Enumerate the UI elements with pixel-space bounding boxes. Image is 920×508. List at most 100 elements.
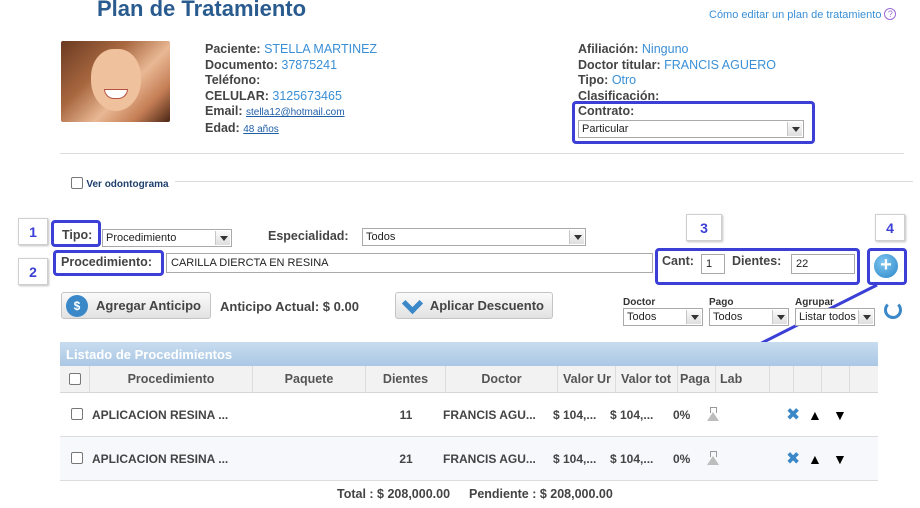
select-all-checkbox[interactable]: [68, 373, 81, 385]
especialidad-label: Especialidad:: [268, 229, 349, 243]
doctor-titular-row: Doctor titular: FRANCIS AGUERO: [578, 58, 776, 74]
row-pagado: 0%: [673, 408, 691, 422]
add-procedure-button[interactable]: +: [874, 254, 898, 278]
document-row: Documento: 37875241: [205, 58, 377, 74]
row-valor-unit: $ 104,...: [553, 452, 597, 466]
chevron-down-icon: [686, 310, 701, 324]
especialidad-value: Todos: [366, 231, 396, 243]
flask-icon[interactable]: [707, 407, 719, 421]
affiliation-label: Afiliación:: [578, 42, 639, 56]
col-procedimiento[interactable]: Procedimiento: [90, 366, 253, 393]
col-lab[interactable]: Lab: [716, 366, 770, 393]
procedimiento-input[interactable]: CARILLA DIERCTA EN RESINA: [166, 253, 653, 273]
document-value: 37875241: [281, 57, 338, 72]
annotation-2: 2: [18, 258, 48, 285]
contrato-label: Contrato:: [578, 104, 635, 118]
col-dientes[interactable]: Dientes: [366, 366, 446, 393]
tipo-patient-label: Tipo:: [578, 73, 609, 87]
tipo-label: Tipo:: [62, 228, 93, 242]
row-doctor: FRANCIS AGU...: [443, 452, 536, 466]
row-procedimiento: APLICACION RESINA ...: [92, 452, 229, 466]
question-circle-icon: ?: [884, 8, 897, 20]
arrow-down-icon[interactable]: ▼: [833, 437, 847, 481]
doctor-titular-label: Doctor titular:: [578, 57, 661, 72]
plus-icon: +: [880, 254, 892, 276]
table-row[interactable]: APLICACION RESINA ... 21 FRANCIS AGU... …: [60, 437, 878, 481]
chevron-down-icon: [569, 230, 584, 244]
arrow-up-icon[interactable]: ▲: [808, 437, 822, 481]
col-action-1: [770, 366, 794, 393]
col-pagado[interactable]: Paga: [678, 366, 716, 393]
procedures-table: Listado de Procedimientos Procedimiento …: [60, 342, 878, 481]
age-row: Edad: 48 años: [205, 121, 377, 138]
col-valor-unit[interactable]: Valor Ur: [558, 366, 616, 393]
email-row: Email: stella12@hotmail.com: [205, 104, 377, 121]
cant-input[interactable]: 1: [701, 254, 725, 274]
especialidad-select[interactable]: Todos: [362, 228, 586, 246]
delete-icon[interactable]: ✖: [786, 393, 800, 437]
delete-icon[interactable]: ✖: [786, 437, 800, 481]
col-doctor[interactable]: Doctor: [446, 366, 558, 393]
chevron-down-icon: [858, 310, 873, 324]
chevron-down-icon: [787, 122, 802, 136]
add-anticipo-button[interactable]: $ Agregar Anticipo: [61, 292, 211, 319]
apply-discount-button[interactable]: Aplicar Descuento: [395, 292, 553, 319]
agrupar-filter-select[interactable]: Listar todos: [795, 308, 875, 326]
chevron-down-icon: [772, 310, 787, 324]
contrato-value: Particular: [582, 123, 629, 135]
row-lab-cell: [707, 437, 721, 481]
table-row[interactable]: APLICACION RESINA ... 11 FRANCIS AGU... …: [60, 393, 878, 437]
patient-info-right: Afiliación: Ninguno Doctor titular: FRAN…: [578, 42, 776, 104]
phone-row: Teléfono:: [205, 73, 377, 89]
dientes-input[interactable]: 22: [791, 254, 855, 274]
cellular-label: CELULAR:: [205, 88, 269, 103]
contrato-select[interactable]: Particular: [578, 120, 804, 138]
row-paquete: [253, 437, 366, 481]
tipo-value: Procedimiento: [106, 232, 177, 244]
patient-photo: [61, 41, 170, 122]
refresh-icon[interactable]: [884, 301, 902, 319]
cellular-row: CELULAR: 3125673465: [205, 89, 377, 105]
odontograma-toggle[interactable]: Ver odontograma: [71, 176, 169, 190]
col-action-3: [822, 366, 850, 393]
dollar-coin-icon: $: [66, 294, 88, 317]
tipo-select[interactable]: Procedimiento: [102, 229, 232, 247]
agrupar-filter-value: Listar todos: [799, 311, 856, 323]
email-link[interactable]: stella12@hotmail.com: [246, 107, 345, 118]
table-header: Procedimiento Paquete Dientes Doctor Val…: [60, 366, 878, 393]
document-label: Documento:: [205, 57, 278, 72]
doctor-filter-select[interactable]: Todos: [623, 308, 703, 326]
arrow-down-icon[interactable]: ▼: [833, 393, 847, 437]
age-link[interactable]: 48 años: [243, 124, 279, 135]
odontograma-checkbox[interactable]: [71, 177, 83, 189]
affiliation-row: Afiliación: Ninguno: [578, 42, 776, 58]
row-checkbox[interactable]: [71, 408, 83, 420]
dientes-label: Dientes:: [732, 254, 782, 268]
col-valor-total[interactable]: Valor tot: [616, 366, 678, 393]
cellular-value: 3125673465: [272, 88, 342, 103]
patient-face: [91, 49, 141, 111]
flask-icon[interactable]: [707, 451, 719, 465]
row-checkbox[interactable]: [71, 452, 83, 464]
arrow-up-icon[interactable]: ▲: [808, 393, 822, 437]
check-chevron-icon: [400, 296, 422, 316]
cant-label: Cant:: [662, 254, 694, 268]
row-pagado: 0%: [673, 452, 691, 466]
help-link[interactable]: Cómo editar un plan de tratamiento?: [709, 8, 897, 21]
row-checkbox-cell: [71, 393, 83, 437]
anticipo-actual: Anticipo Actual: $ 0.00: [220, 299, 359, 314]
row-lab-cell: [707, 393, 721, 437]
doctor-filter-label: Doctor: [623, 297, 656, 308]
total-amount: Total : $ 208,000.00: [337, 487, 451, 501]
col-paquete[interactable]: Paquete: [253, 366, 366, 393]
totals-row: Total : $ 208,000.00 Pendiente : $ 208,0…: [337, 487, 613, 501]
apply-discount-label: Aplicar Descuento: [429, 298, 544, 313]
pago-filter-select[interactable]: Todos: [709, 308, 789, 326]
row-dientes: 21: [399, 452, 413, 466]
patient-name-label: Paciente:: [205, 42, 261, 56]
select-all-cell: [60, 366, 90, 393]
annotation-4: 4: [875, 214, 905, 241]
annotation-1: 1: [18, 218, 48, 245]
page-title: Plan de Tratamiento: [97, 0, 307, 21]
tipo-patient-value: Otro: [611, 73, 637, 87]
